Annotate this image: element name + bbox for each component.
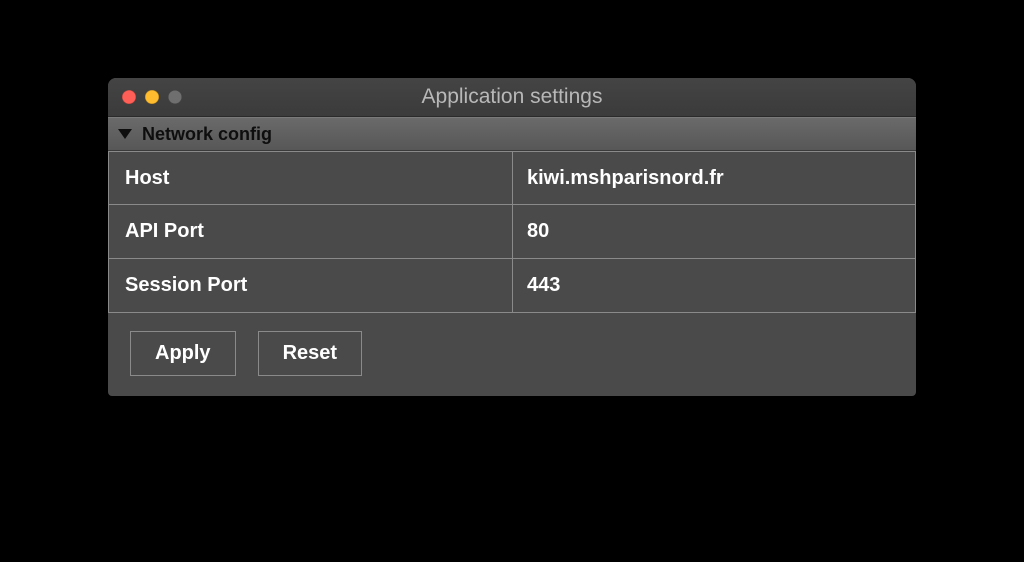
network-config-form: Host API Port Session Port (108, 151, 916, 313)
button-row: Apply Reset (108, 313, 916, 396)
api-port-input[interactable] (513, 205, 915, 258)
session-port-input[interactable] (513, 259, 915, 312)
label-session-port: Session Port (108, 259, 512, 313)
window-controls (108, 90, 182, 104)
titlebar: Application settings (108, 78, 916, 117)
reset-button[interactable]: Reset (258, 331, 362, 376)
cell-api-port-input (512, 205, 916, 259)
host-input[interactable] (513, 152, 915, 204)
window-title: Application settings (108, 85, 916, 109)
minimize-icon[interactable] (145, 90, 159, 104)
zoom-icon (168, 90, 182, 104)
label-host: Host (108, 151, 512, 205)
apply-button[interactable]: Apply (130, 331, 236, 376)
section-header-network[interactable]: Network config (108, 117, 916, 151)
settings-window: Application settings Network config Host… (108, 78, 916, 396)
row-host: Host (108, 151, 916, 205)
cell-host-input (512, 151, 916, 205)
section-title: Network config (142, 124, 272, 145)
row-session-port: Session Port (108, 259, 916, 313)
label-api-port: API Port (108, 205, 512, 259)
close-icon[interactable] (122, 90, 136, 104)
cell-session-port-input (512, 259, 916, 313)
disclosure-triangle-icon (118, 129, 132, 139)
row-api-port: API Port (108, 205, 916, 259)
